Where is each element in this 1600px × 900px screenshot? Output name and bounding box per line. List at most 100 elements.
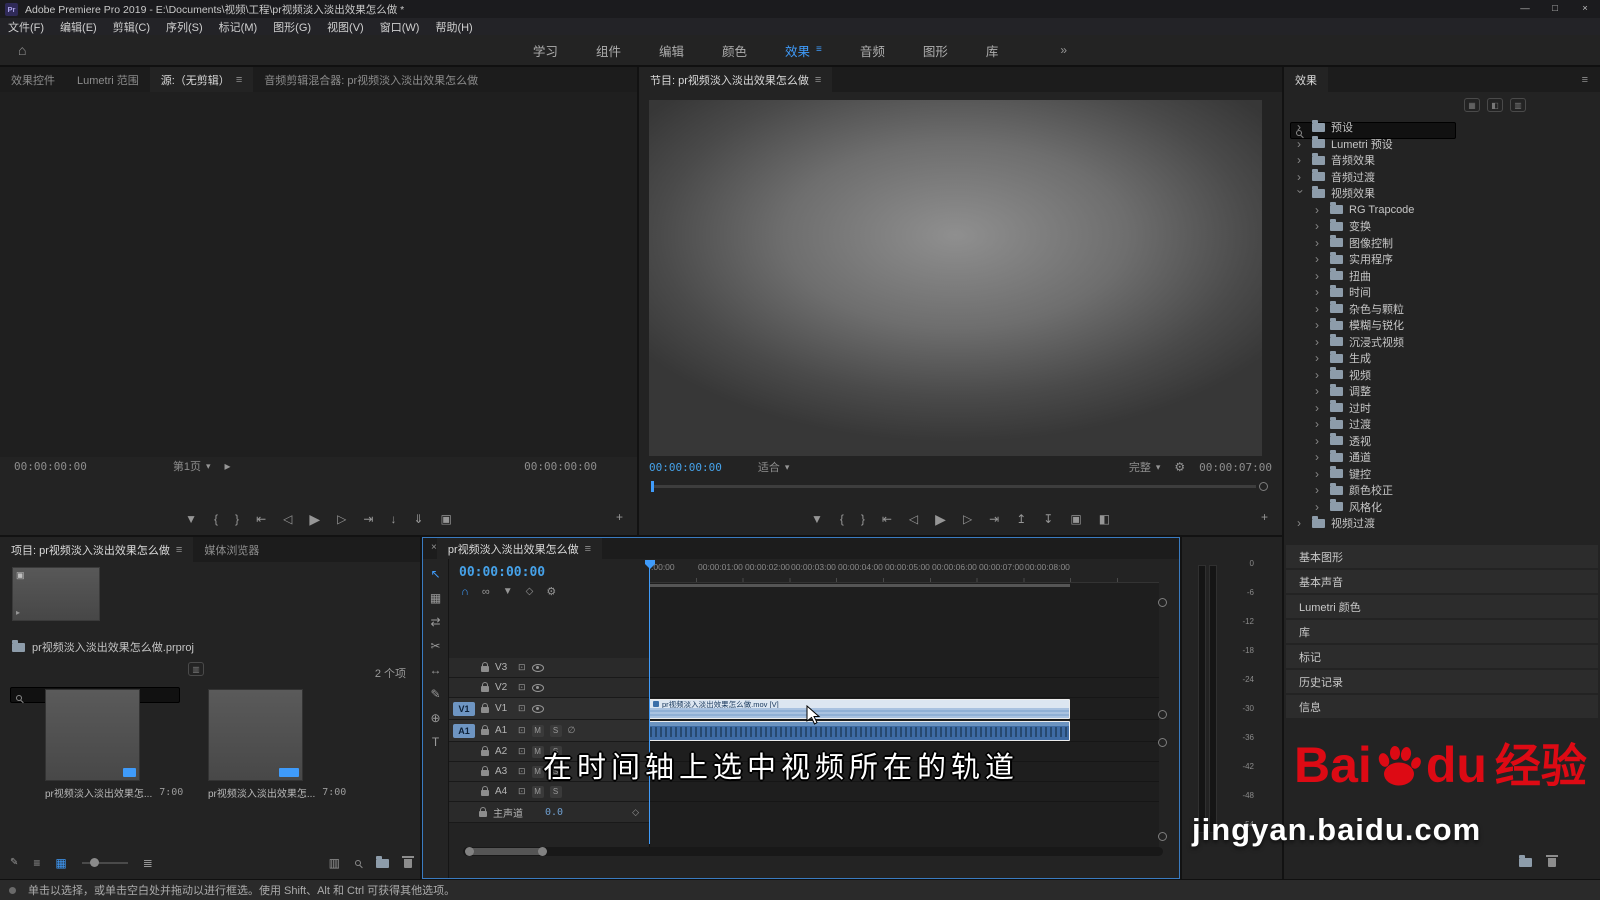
source-patch-v1[interactable]: V1 — [453, 701, 475, 716]
find-icon[interactable] — [355, 860, 361, 866]
effects-bin-image-control[interactable]: › 图像控制 — [1284, 235, 1600, 252]
track-header-v2[interactable]: V2 ⊡ — [449, 678, 649, 698]
step-forward-icon[interactable]: ▷ — [337, 513, 346, 525]
add-marker-icon[interactable]: ▼ — [503, 587, 513, 598]
delete-button[interactable] — [1546, 855, 1558, 867]
keyframe-icon[interactable]: ◇ — [526, 587, 534, 598]
mute-button[interactable]: M — [531, 724, 544, 737]
chevron-right-icon[interactable]: › — [1315, 468, 1324, 480]
play-proxy-icon[interactable]: ▸ — [225, 460, 231, 472]
timeline-ruler[interactable]: :00:00 00:00:01:00 00:00:02:00 00:00:03:… — [649, 559, 1159, 583]
step-forward-icon[interactable]: ▷ — [963, 513, 972, 525]
sync-lock-icon[interactable]: ⊡ — [518, 704, 526, 713]
menu-view[interactable]: 视图(V) — [319, 19, 372, 35]
chevron-right-icon[interactable]: › — [1297, 138, 1306, 150]
chevron-right-icon[interactable]: › — [1315, 220, 1324, 232]
panel-menu-icon[interactable]: ≡ — [176, 544, 182, 556]
toggle-track-output-icon[interactable] — [531, 683, 544, 692]
solo-button[interactable]: S — [549, 785, 562, 798]
track-header-master[interactable]: 主声道 0.0 ◇ — [449, 802, 649, 823]
list-view-icon[interactable]: ≡ — [33, 857, 40, 869]
effects-bin-channel[interactable]: › 通道 — [1284, 449, 1600, 466]
delete-icon[interactable] — [402, 855, 414, 868]
track-content-v3[interactable] — [649, 658, 1159, 678]
chevron-right-icon[interactable]: › — [1297, 171, 1306, 183]
zoom-handle-left[interactable] — [465, 847, 474, 856]
master-gain-value[interactable]: 0.0 — [545, 807, 563, 818]
workspace-menu-icon[interactable]: ≡ — [816, 45, 822, 55]
chevron-right-icon[interactable]: › — [1315, 501, 1324, 513]
effects-bin-video[interactable]: › 视频 — [1284, 367, 1600, 384]
chevron-right-icon[interactable]: › — [1315, 484, 1324, 496]
mark-in-icon[interactable]: { — [840, 513, 844, 525]
step-back-icon[interactable]: ◁ — [283, 513, 292, 525]
new-bin-button[interactable] — [1519, 855, 1532, 867]
bit-depth-badge[interactable]: ◧ — [1487, 98, 1503, 112]
project-preview-thumbnail[interactable]: ▣ ▸ — [12, 567, 100, 621]
lock-icon[interactable] — [481, 662, 489, 672]
mute-button[interactable]: M — [531, 765, 544, 778]
effects-bin-adjust[interactable]: › 调整 — [1284, 383, 1600, 400]
effects-bin-rg-trapcode[interactable]: › RG Trapcode — [1284, 202, 1600, 219]
panel-header-markers[interactable]: 标记 — [1286, 645, 1598, 668]
effects-bin-immersive-video[interactable]: › 沉浸式视频 — [1284, 334, 1600, 351]
preview-play-icon[interactable]: ▸ — [16, 609, 20, 617]
play-button[interactable]: ▶ — [309, 512, 320, 526]
type-tool-icon[interactable]: T — [432, 735, 439, 749]
selection-tool-icon[interactable]: ↖ — [430, 567, 440, 581]
snap-magnet-icon[interactable]: ∩ — [461, 587, 469, 598]
workspace-overflow-icon[interactable]: » — [1060, 44, 1067, 56]
program-playhead[interactable] — [651, 481, 654, 492]
new-bin-icon[interactable] — [376, 855, 389, 868]
chevron-right-icon[interactable]: › — [1315, 286, 1324, 298]
source-patch[interactable] — [453, 681, 475, 695]
track-name[interactable]: A3 — [495, 766, 512, 777]
solo-button[interactable]: S — [549, 724, 562, 737]
linked-selection-icon[interactable]: ∞ — [482, 587, 490, 598]
effects-bin-video-effects[interactable]: › 视频效果 — [1284, 185, 1600, 202]
source-patch-a1[interactable]: A1 — [453, 723, 475, 738]
lock-icon[interactable] — [479, 806, 487, 817]
clip-name[interactable]: pr视频淡入淡出效果怎... — [45, 785, 152, 800]
search-filter-badge[interactable]: ▥ — [188, 662, 204, 676]
panel-header-lumetri-color[interactable]: Lumetri 颜色 — [1286, 595, 1598, 618]
mark-in-icon[interactable]: { — [214, 513, 218, 525]
scrollbar-thumb[interactable] — [465, 847, 547, 856]
workspace-tab-effects[interactable]: 效果 ≡ — [785, 41, 822, 60]
chevron-right-icon[interactable]: › — [1297, 154, 1306, 166]
menu-clip[interactable]: 剪辑(C) — [105, 19, 158, 35]
panel-menu-icon[interactable]: ≡ — [815, 74, 821, 86]
go-to-out-icon[interactable]: ⇥ — [363, 513, 373, 525]
add-marker-icon[interactable]: ▼ — [185, 513, 197, 525]
toggle-track-output-icon[interactable] — [531, 704, 544, 713]
add-marker-icon[interactable]: ▼ — [811, 513, 823, 525]
tab-source-monitor[interactable]: 源:（无剪辑） ≡ — [149, 67, 254, 92]
lock-icon[interactable] — [481, 766, 489, 776]
chevron-right-icon[interactable]: › — [1315, 237, 1324, 249]
track-resize-handle[interactable] — [1158, 738, 1167, 747]
workspace-tab-assembly[interactable]: 组件 — [596, 41, 621, 60]
work-area-bar[interactable] — [649, 584, 1070, 587]
dropdown-icon[interactable]: ▾ — [206, 461, 211, 471]
source-patch[interactable] — [453, 785, 475, 799]
effects-bin-utility[interactable]: › 实用程序 — [1284, 251, 1600, 268]
effects-bin-blur-sharpen[interactable]: › 模糊与锐化 — [1284, 317, 1600, 334]
effects-bin-audio-effects[interactable]: › 音频效果 — [1284, 152, 1600, 169]
close-button[interactable]: × — [1570, 0, 1600, 18]
tab-audio-clip-mixer[interactable]: 音频剪辑混合器: pr视频淡入淡出效果怎么做 — [253, 67, 489, 92]
effects-bin-time[interactable]: › 时间 — [1284, 284, 1600, 301]
panel-menu-icon[interactable]: ≡ — [585, 543, 591, 555]
timeline-settings-icon[interactable]: ⚙ — [546, 587, 556, 598]
track-name[interactable]: V2 — [495, 682, 512, 693]
workspace-tab-libraries[interactable]: 库 — [986, 41, 999, 60]
dropdown-icon[interactable]: ▾ — [1156, 462, 1161, 472]
extract-icon[interactable]: ↧ — [1043, 513, 1053, 525]
audio-clip-selected[interactable] — [649, 721, 1070, 741]
lock-icon[interactable] — [481, 703, 489, 713]
maximize-button[interactable]: □ — [1540, 0, 1570, 18]
panel-header-libraries[interactable]: 库 — [1286, 620, 1598, 643]
sync-lock-icon[interactable]: ⊡ — [518, 767, 526, 776]
effects-bin-transition[interactable]: › 过渡 — [1284, 416, 1600, 433]
project-clip-card[interactable]: pr视频淡入淡出效果怎... 7:00 — [208, 689, 346, 800]
panel-header-essential-sound[interactable]: 基本声音 — [1286, 570, 1598, 593]
